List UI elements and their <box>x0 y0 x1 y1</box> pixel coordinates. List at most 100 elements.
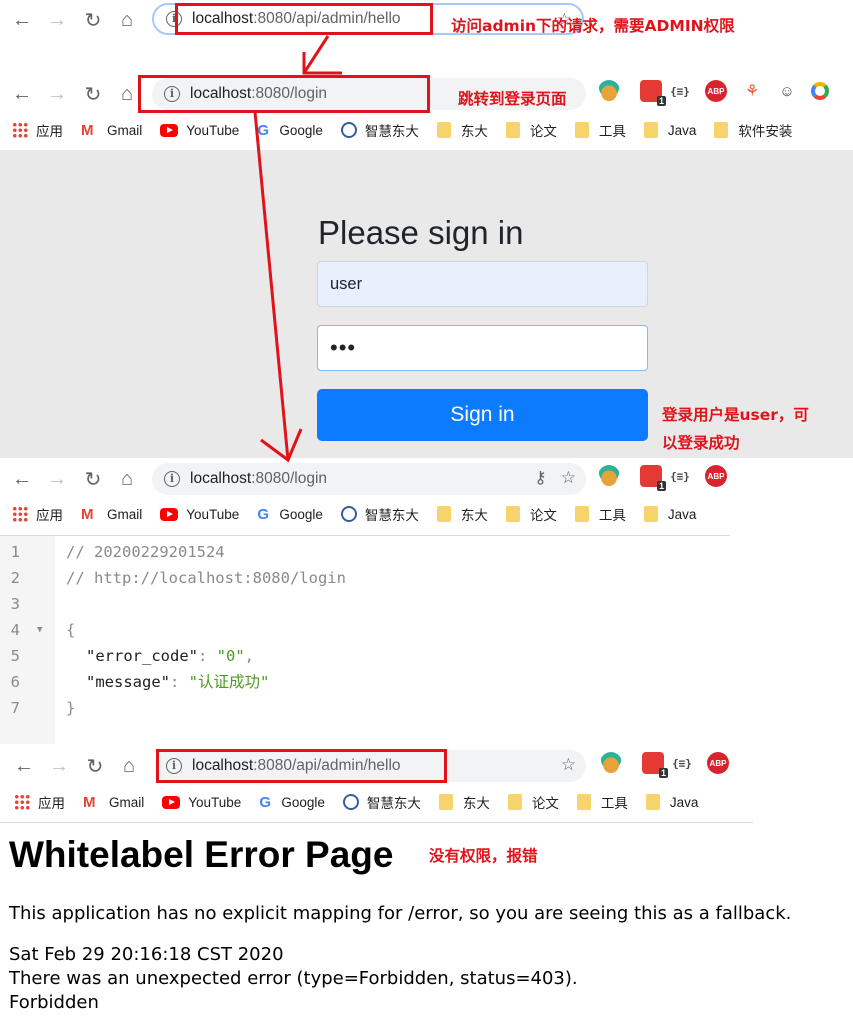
youtube-icon <box>160 123 179 137</box>
error-detail: There was an unexpected error (type=Forb… <box>9 968 578 989</box>
youtube-icon <box>162 795 181 809</box>
bookmark-youtube[interactable]: YouTube <box>162 795 241 810</box>
forward-button[interactable]: → <box>40 3 74 37</box>
home-button[interactable]: ⌂ <box>110 3 144 37</box>
bookmark-label: 论文 <box>529 508 557 523</box>
bookmark-folder-java[interactable]: Java <box>643 506 697 522</box>
adblock-icon[interactable]: ABP <box>705 80 727 102</box>
error-timestamp: Sat Feb 29 20:16:18 CST 2020 <box>9 944 284 965</box>
bookmark-label: 东大 <box>462 796 490 811</box>
cat-extension-icon[interactable]: ☺ <box>776 80 798 102</box>
bookmark-folder-software[interactable]: 软件安装 <box>714 120 792 140</box>
fold-toggle-icon[interactable]: ▼ <box>37 617 42 643</box>
bookmark-folder-dongda[interactable]: 东大 <box>436 504 488 524</box>
arrow-head-1 <box>302 52 342 75</box>
bookmark-label: Google <box>281 794 325 810</box>
line-number: 2 <box>10 569 20 587</box>
address-bar[interactable]: i localhost:8080/login ⚷ ☆ <box>152 463 586 495</box>
bookmark-label: 工具 <box>598 124 626 139</box>
red-extension-icon[interactable]: 1 <box>640 465 666 491</box>
bookmark-folder-papers[interactable]: 论文 <box>507 792 559 812</box>
reload-button[interactable]: ↻ <box>76 462 110 496</box>
bookmark-apps[interactable]: 应用 <box>14 792 65 812</box>
bookmark-gmail[interactable]: M Gmail <box>81 506 142 523</box>
bookmark-youtube[interactable]: YouTube <box>160 123 239 138</box>
json-value: "认证成功" <box>188 673 270 691</box>
bookmark-seu[interactable]: 智慧东大 <box>340 504 419 524</box>
forward-button[interactable]: → <box>42 749 76 783</box>
bookmark-google[interactable]: G Google <box>257 122 323 139</box>
home-button[interactable]: ⌂ <box>110 462 144 496</box>
bookmark-label: 智慧东大 <box>366 796 421 811</box>
error-status: Forbidden <box>9 992 99 1013</box>
bookmark-google[interactable]: G Google <box>259 794 325 811</box>
back-button[interactable]: ← <box>5 462 39 496</box>
folder-icon <box>436 506 451 522</box>
key-icon[interactable]: ⚷ <box>534 468 546 488</box>
bookmark-label: 软件安装 <box>738 124 793 139</box>
home-button[interactable]: ⌂ <box>112 749 146 783</box>
bookmark-folder-dongda[interactable]: 东大 <box>438 792 490 812</box>
bookmark-folder-java[interactable]: Java <box>643 122 696 138</box>
bookmark-gmail[interactable]: M Gmail <box>83 794 144 811</box>
back-button[interactable]: ← <box>5 77 39 111</box>
json-brace: { <box>66 621 76 639</box>
people-extension-icon[interactable]: ⚘ <box>741 80 763 102</box>
bookmark-gmail[interactable]: M Gmail <box>81 122 142 139</box>
fruit-extension-icon[interactable] <box>598 80 620 102</box>
json-extension-icon[interactable]: {≡} <box>669 80 691 102</box>
star-icon[interactable]: ☆ <box>561 755 576 775</box>
bookmark-label: 论文 <box>531 796 559 811</box>
adblock-icon[interactable]: ABP <box>705 465 727 487</box>
json-extension-icon[interactable]: {≡} <box>671 752 693 774</box>
ring-extension-icon[interactable] <box>811 82 829 100</box>
bookmark-folder-tools[interactable]: 工具 <box>574 120 626 140</box>
bookmark-folder-tools[interactable]: 工具 <box>576 792 628 812</box>
bookmark-folder-dongda[interactable]: 东大 <box>436 120 488 140</box>
password-field[interactable]: ••• <box>317 325 648 371</box>
forward-button[interactable]: → <box>40 77 74 111</box>
url-host: localhost <box>190 470 252 487</box>
folder-icon <box>574 506 589 522</box>
sign-in-button[interactable]: Sign in <box>317 389 648 441</box>
back-button[interactable]: ← <box>5 3 39 37</box>
line-number: 7 <box>10 699 20 717</box>
info-icon[interactable]: i <box>164 471 180 487</box>
bookmark-seu[interactable]: 智慧东大 <box>340 120 419 140</box>
back-button[interactable]: ← <box>7 749 41 783</box>
extension-badge: 1 <box>656 96 666 106</box>
json-line: 7} <box>0 695 730 721</box>
bookmark-google[interactable]: G Google <box>257 506 323 523</box>
json-tail: , <box>244 647 254 665</box>
reload-button[interactable]: ↻ <box>76 3 110 37</box>
reload-button[interactable]: ↻ <box>76 77 110 111</box>
bookmark-label: 东大 <box>460 508 488 523</box>
bookmark-folder-tools[interactable]: 工具 <box>574 504 626 524</box>
bookmark-apps[interactable]: 应用 <box>12 120 63 140</box>
red-extension-icon[interactable]: 1 <box>642 752 668 778</box>
fruit-extension-icon[interactable] <box>600 752 622 774</box>
star-icon[interactable]: ☆ <box>561 468 576 488</box>
google-icon: G <box>257 505 269 523</box>
folder-icon <box>714 122 729 138</box>
fruit-extension-icon[interactable] <box>598 465 620 487</box>
bookmark-seu[interactable]: 智慧东大 <box>342 792 421 812</box>
red-extension-icon[interactable]: 1 <box>640 80 666 106</box>
bookmark-label: Java <box>667 506 697 522</box>
bookmark-label: Google <box>279 506 323 522</box>
json-sep: : <box>170 673 189 691</box>
bookmark-youtube[interactable]: YouTube <box>160 507 239 522</box>
username-field[interactable]: user <box>317 261 648 307</box>
bookmark-folder-java[interactable]: Java <box>645 794 698 810</box>
seu-icon <box>340 506 357 522</box>
reload-button[interactable]: ↻ <box>78 749 112 783</box>
bookmark-label: 应用 <box>38 796 65 811</box>
json-extension-icon[interactable]: {≡} <box>669 465 691 487</box>
bookmark-apps[interactable]: 应用 <box>12 504 63 524</box>
json-sep: : <box>197 647 217 665</box>
folder-icon <box>645 794 660 810</box>
bookmark-folder-papers[interactable]: 论文 <box>505 504 557 524</box>
bookmark-folder-papers[interactable]: 论文 <box>505 120 557 140</box>
forward-button[interactable]: → <box>40 462 74 496</box>
adblock-icon[interactable]: ABP <box>707 752 729 774</box>
